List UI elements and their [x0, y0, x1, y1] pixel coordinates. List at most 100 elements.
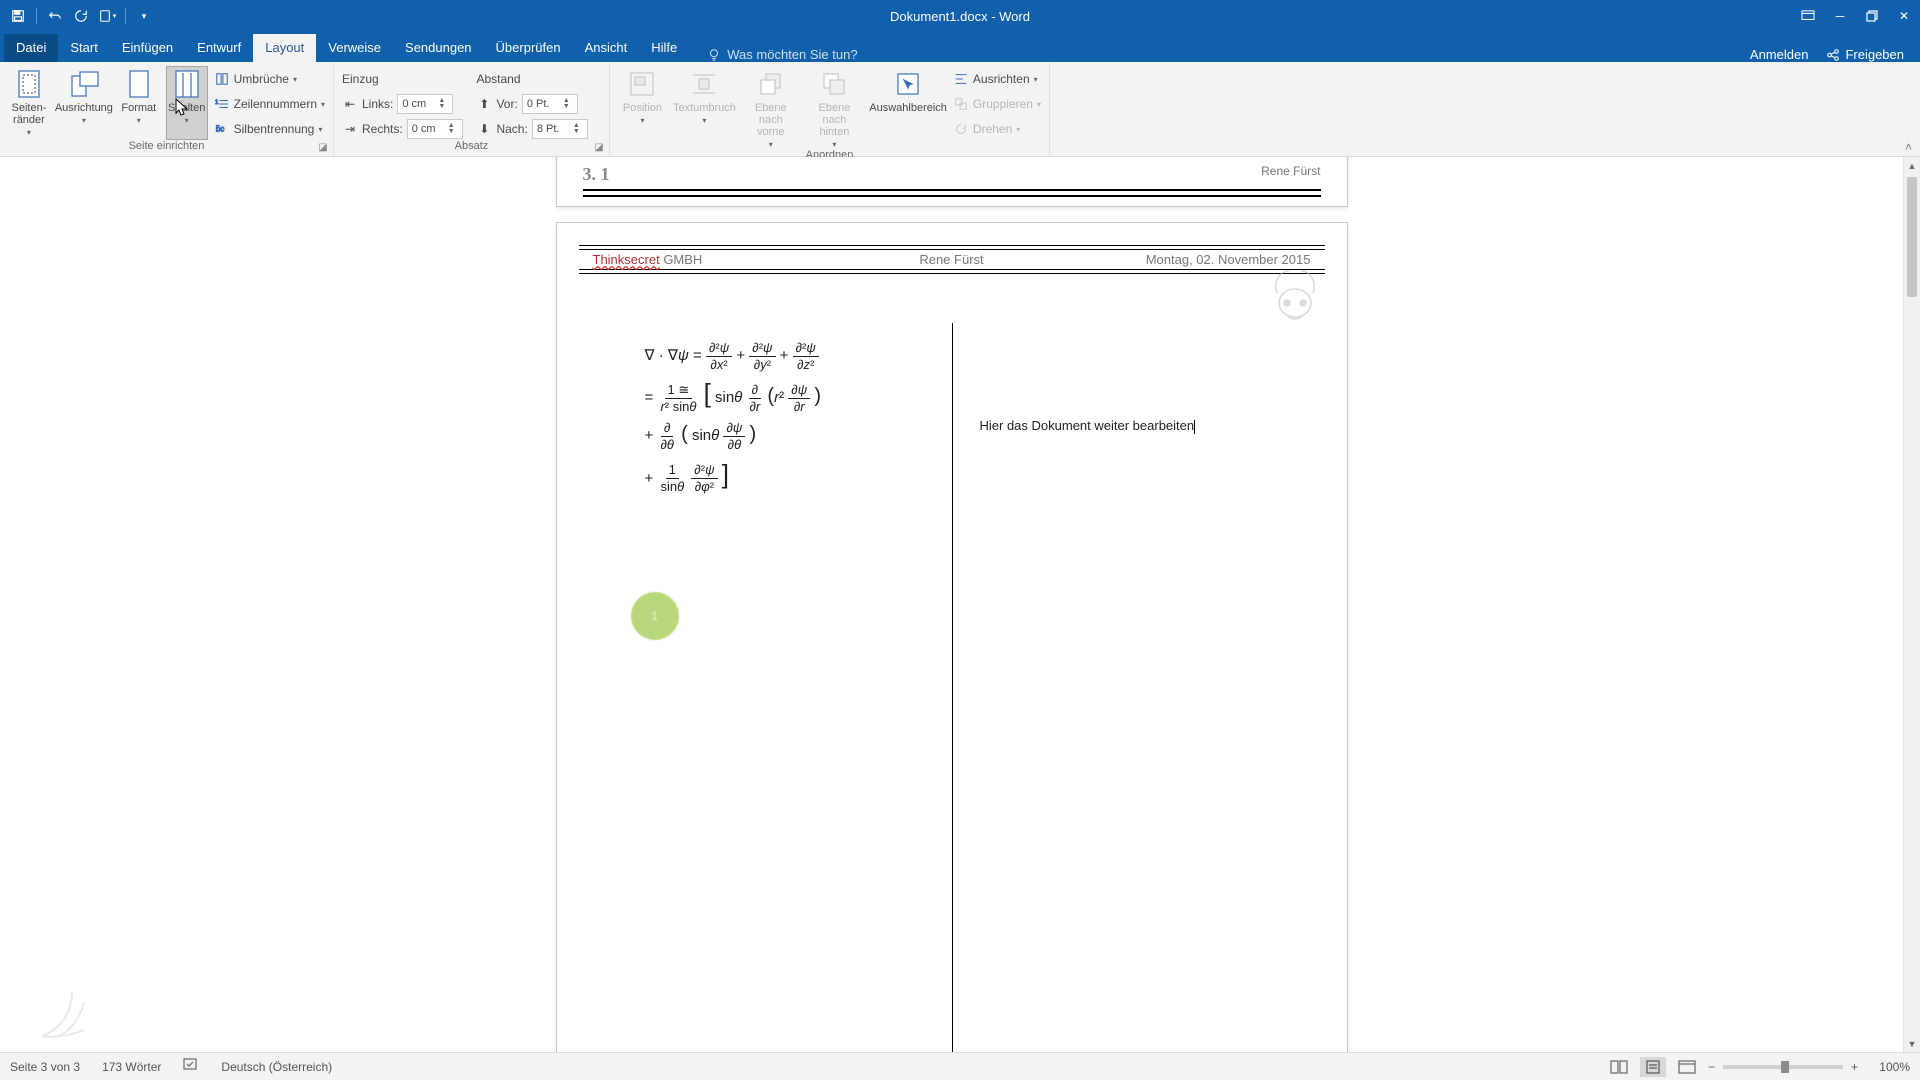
restore-button[interactable] [1856, 0, 1888, 32]
spacing-before-field[interactable]: ⬆Vor:0 Pt.▲▼ [476, 93, 601, 115]
view-print-button[interactable] [1640, 1057, 1666, 1077]
prev-author: Rene Fürst [1261, 164, 1320, 187]
column-left: ∇ · ∇ψ = ∂²ψ∂x² + ∂²ψ∂y² + ∂²ψ∂z² = 1 ≅r… [605, 334, 952, 501]
view-web-button[interactable] [1674, 1057, 1700, 1077]
size-icon [123, 68, 155, 100]
paragraph-launcher[interactable]: ◪ [593, 142, 605, 154]
quick-access-toolbar: ▾ ▾ [0, 4, 156, 28]
status-proofing-icon[interactable] [183, 1058, 199, 1075]
rotate-button: Drehen ▾ [953, 118, 1041, 140]
tab-start[interactable]: Start [58, 34, 109, 62]
body-text: Hier das Dokument weiter bearbeiten [980, 418, 1195, 433]
bring-forward-icon [755, 68, 787, 100]
group-icon [953, 96, 969, 112]
columns-icon [171, 68, 203, 100]
indent-left-field[interactable]: ⇤Links:0 cm▲▼ [342, 93, 470, 115]
margins-icon [13, 68, 45, 100]
tab-file[interactable]: Datei [4, 34, 58, 62]
ribbon-display-button[interactable] [1792, 0, 1824, 32]
share-button[interactable]: Freigeben [1826, 47, 1904, 62]
collapse-ribbon-button[interactable]: ˄ [1905, 140, 1912, 154]
view-read-button[interactable] [1606, 1057, 1632, 1077]
watermark-icon [30, 978, 110, 1048]
close-button[interactable]: ✕ [1888, 0, 1920, 32]
line-numbers-button[interactable]: 1Zeilennummern ▾ [214, 93, 325, 115]
align-icon [953, 71, 969, 87]
zoom-out-button[interactable]: − [1708, 1060, 1715, 1074]
orientation-button[interactable]: Ausrichtung▾ [56, 66, 112, 140]
header-company-underlined: Thinksecret [593, 252, 660, 267]
indent-right-icon: ⇥ [342, 121, 358, 137]
tab-references[interactable]: Verweise [316, 34, 393, 62]
indent-right-field[interactable]: ⇥Rechts:0 cm▲▼ [342, 118, 470, 140]
tab-layout[interactable]: Layout [253, 34, 316, 62]
zoom-in-button[interactable]: + [1851, 1060, 1858, 1074]
document-canvas[interactable]: 3. 1 Rene Fürst Thinksecret GMBH Rene Fü… [0, 157, 1903, 1052]
position-icon [626, 68, 658, 100]
scroll-up-button[interactable]: ▲ [1904, 157, 1920, 174]
text-wrap-button: Textumbruch▾ [673, 66, 736, 149]
indent-left-icon: ⇤ [342, 96, 358, 112]
save-button[interactable] [6, 4, 30, 28]
tab-design[interactable]: Entwurf [185, 34, 253, 62]
spacing-after-icon: ⬇ [476, 121, 492, 137]
column-right[interactable]: Hier das Dokument weiter bearbeiten [952, 334, 1299, 501]
status-bar: Seite 3 von 3 173 Wörter Deutsch (Österr… [0, 1052, 1920, 1080]
header-mascot-icon [1263, 259, 1327, 323]
align-button[interactable]: Ausrichten ▾ [953, 68, 1041, 90]
line-numbers-icon: 1 [214, 96, 230, 112]
prev-heading: 3. 1 [583, 164, 610, 185]
ribbon: Seiten- ränder▾ Ausrichtung▾ Format▾ Spa… [0, 62, 1920, 157]
margins-button[interactable]: Seiten- ränder▾ [8, 66, 50, 140]
bring-forward-button: Ebene nach vorne▾ [742, 66, 800, 149]
zoom-slider[interactable] [1723, 1065, 1843, 1069]
tab-review[interactable]: Überprüfen [484, 34, 573, 62]
page-setup-launcher[interactable]: ◪ [317, 142, 329, 154]
size-button[interactable]: Format▾ [118, 66, 160, 140]
rotate-icon [953, 121, 969, 137]
status-language[interactable]: Deutsch (Österreich) [221, 1060, 332, 1074]
redo-button[interactable] [69, 4, 93, 28]
group-arrange: Position▾ Textumbruch▾ Ebene nach vorne▾… [610, 62, 1050, 156]
indent-header: Einzug [342, 68, 470, 90]
touch-mode-button[interactable]: ▾ [95, 4, 119, 28]
status-page[interactable]: Seite 3 von 3 [10, 1060, 80, 1074]
scroll-thumb[interactable] [1907, 177, 1917, 297]
svg-text:1: 1 [215, 99, 219, 106]
vertical-scrollbar[interactable]: ▲ ▼ [1903, 157, 1920, 1052]
comment-marker[interactable]: 1 [631, 592, 679, 640]
minimize-button[interactable]: ─ [1824, 0, 1856, 32]
breaks-icon [214, 71, 230, 87]
window-title: Dokument1.docx - Word [0, 9, 1920, 24]
status-words[interactable]: 173 Wörter [102, 1060, 161, 1074]
page-previous: 3. 1 Rene Fürst [556, 157, 1348, 207]
position-button: Position▾ [618, 66, 667, 149]
tab-view[interactable]: Ansicht [573, 34, 640, 62]
hyphenation-button[interactable]: bcSilbentrennung ▾ [214, 118, 325, 140]
signin-link[interactable]: Anmelden [1750, 47, 1809, 62]
spacing-header: Abstand [476, 68, 601, 90]
tell-me-placeholder: Was möchten Sie tun? [727, 47, 857, 62]
columns-button[interactable]: Spalten▾ [166, 66, 208, 140]
zoom-level[interactable]: 100% [1866, 1060, 1910, 1074]
document-workspace: 3. 1 Rene Fürst Thinksecret GMBH Rene Fü… [0, 157, 1920, 1052]
selection-pane-button[interactable]: Auswahlbereich [869, 66, 947, 149]
send-backward-button: Ebene nach hinten▾ [806, 66, 864, 149]
page-current: Thinksecret GMBH Rene Fürst Montag, 02. … [556, 222, 1348, 1052]
tab-help[interactable]: Hilfe [639, 34, 689, 62]
page-header: Thinksecret GMBH Rene Fürst Montag, 02. … [579, 249, 1325, 270]
equation-block[interactable]: ∇ · ∇ψ = ∂²ψ∂x² + ∂²ψ∂y² + ∂²ψ∂z² = 1 ≅r… [605, 340, 952, 495]
tab-mailings[interactable]: Sendungen [393, 34, 484, 62]
window-controls: ─ ✕ [1792, 0, 1920, 32]
qat-customize-button[interactable]: ▾ [132, 4, 156, 28]
tell-me-search[interactable]: Was möchten Sie tun? [707, 47, 857, 62]
spacing-before-icon: ⬆ [476, 96, 492, 112]
group-paragraph: Einzug ⇤Links:0 cm▲▼ ⇥Rechts:0 cm▲▼ Abst… [334, 62, 610, 156]
spacing-after-field[interactable]: ⬇Nach:8 Pt.▲▼ [476, 118, 601, 140]
tab-insert[interactable]: Einfügen [110, 34, 185, 62]
scroll-down-button[interactable]: ▼ [1904, 1035, 1920, 1052]
breaks-button[interactable]: Umbrüche ▾ [214, 68, 325, 90]
lightbulb-icon [707, 48, 721, 62]
undo-button[interactable] [43, 4, 67, 28]
orientation-icon [68, 68, 100, 100]
